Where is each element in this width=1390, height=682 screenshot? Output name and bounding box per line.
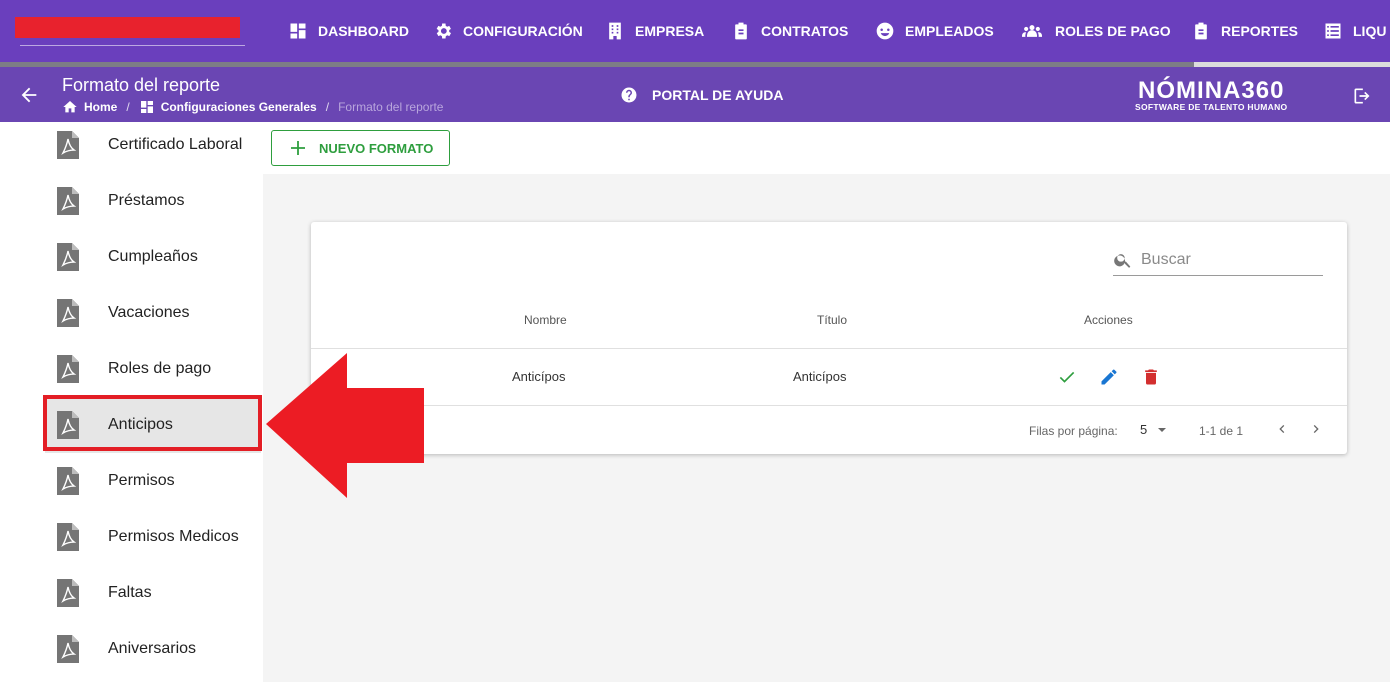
logout-button[interactable] <box>1352 86 1372 111</box>
rows-per-page-select[interactable]: 5 <box>1140 422 1168 437</box>
search-icon <box>1114 253 1131 268</box>
pdf-file-icon <box>57 299 79 327</box>
pdf-file-icon <box>57 467 79 495</box>
pdf-file-icon <box>57 243 79 271</box>
sidebar-item-permisos-medicos[interactable]: Permisos Medicos <box>45 509 261 565</box>
activate-button[interactable] <box>1057 367 1077 387</box>
pdf-file-icon <box>57 187 79 215</box>
logout-icon <box>1354 88 1370 104</box>
clipboard-list-icon <box>1195 22 1207 40</box>
pdf-file-icon <box>57 131 79 159</box>
nav-reportes[interactable]: REPORTES <box>1191 0 1298 62</box>
nav-liquidaciones[interactable]: LIQU <box>1323 0 1386 62</box>
rows-per-page-label: Filas por página: <box>1029 424 1118 438</box>
top-navbar: DASHBOARD CONFIGURACIÓN EMPRESA CONTRATO… <box>0 0 1390 62</box>
sidebar-item-aniversarios[interactable]: Aniversarios <box>45 621 261 677</box>
sidebar-item-cumpleanos[interactable]: Cumpleaños <box>45 229 261 285</box>
chevron-right-icon <box>1313 425 1319 433</box>
brand-logo: NÓMINA360 SOFTWARE DE TALENTO HUMANO <box>1135 77 1288 113</box>
sidebar-item-roles-de-pago[interactable]: Roles de pago <box>45 341 261 397</box>
nav-roles-de-pago[interactable]: ROLES DE PAGO <box>1019 0 1171 62</box>
column-header-titulo[interactable]: Título <box>817 313 847 327</box>
arrow-left-icon <box>21 87 37 103</box>
logo-divider <box>20 45 245 46</box>
cell-nombre: Anticípos <box>512 369 566 384</box>
breadcrumb-separator: / <box>126 100 130 114</box>
pdf-file-icon <box>57 635 79 663</box>
nav-dashboard[interactable]: DASHBOARD <box>288 0 409 62</box>
annotation-highlight-box <box>43 395 262 451</box>
nav-empresa[interactable]: EMPRESA <box>605 0 704 62</box>
row-divider <box>311 405 1347 406</box>
back-button[interactable] <box>18 84 40 106</box>
breadcrumb-current: Formato del reporte <box>338 100 444 114</box>
trash-icon <box>1145 369 1157 385</box>
formats-table-card: Nombre Título Acciones Anticípos Anticíp… <box>311 222 1347 454</box>
cell-titulo: Anticípos <box>793 369 847 384</box>
gear-icon <box>436 23 451 39</box>
sidebar-item-vacaciones[interactable]: Vacaciones <box>45 285 261 341</box>
pencil-icon <box>1101 369 1117 385</box>
breadcrumb-configuraciones[interactable]: Configuraciones Generales <box>161 100 317 114</box>
dashboard-icon <box>140 101 153 113</box>
dashboard-icon <box>290 23 306 39</box>
check-icon <box>1059 371 1075 383</box>
new-format-button[interactable]: NUEVO FORMATO <box>271 130 450 166</box>
nav-contratos[interactable]: CONTRATOS <box>731 0 848 62</box>
delete-button[interactable] <box>1141 367 1161 387</box>
breadcrumb-separator: / <box>325 100 330 114</box>
help-portal-link[interactable]: PORTAL DE AYUDA <box>620 86 783 104</box>
search-input[interactable] <box>1141 250 1311 269</box>
page-header: Formato del reporte Home / Configuracion… <box>0 67 1390 122</box>
search-field[interactable] <box>1113 244 1323 276</box>
nav-configuracion[interactable]: CONFIGURACIÓN <box>433 0 583 62</box>
home-icon <box>63 101 77 113</box>
plus-icon <box>291 141 305 155</box>
sidebar-item-certificado-laboral[interactable]: Certificado Laboral <box>45 117 261 173</box>
column-header-acciones: Acciones <box>1084 313 1133 327</box>
clipboard-icon <box>735 22 747 40</box>
list-icon <box>1325 23 1341 39</box>
header-divider <box>311 348 1347 349</box>
page-title: Formato del reporte <box>62 75 221 95</box>
next-page-button[interactable] <box>1308 421 1324 437</box>
pdf-file-icon <box>57 355 79 383</box>
chevron-left-icon <box>1279 425 1285 433</box>
pagination-range: 1-1 de 1 <box>1199 424 1244 438</box>
prev-page-button[interactable] <box>1274 421 1290 437</box>
edit-button[interactable] <box>1099 367 1119 387</box>
column-header-nombre[interactable]: Nombre <box>524 313 567 327</box>
annotation-arrow-icon <box>266 353 424 498</box>
sidebar-item-permisos[interactable]: Permisos <box>45 453 261 509</box>
breadcrumb-home[interactable]: Home <box>84 100 117 114</box>
pdf-file-icon <box>57 579 79 607</box>
nav-empleados[interactable]: EMPLEADOS <box>875 0 994 62</box>
building-icon <box>609 22 621 40</box>
caret-down-icon <box>1158 427 1167 432</box>
help-circle-icon <box>621 87 637 103</box>
company-logo-redacted <box>15 17 240 38</box>
sidebar-item-faltas[interactable]: Faltas <box>45 565 261 621</box>
users-icon <box>1021 25 1043 37</box>
pdf-file-icon <box>57 523 79 551</box>
breadcrumb: Home / Configuraciones Generales / Forma… <box>62 99 443 115</box>
employees-icon <box>876 22 894 40</box>
sidebar-item-prestamos[interactable]: Préstamos <box>45 173 261 229</box>
